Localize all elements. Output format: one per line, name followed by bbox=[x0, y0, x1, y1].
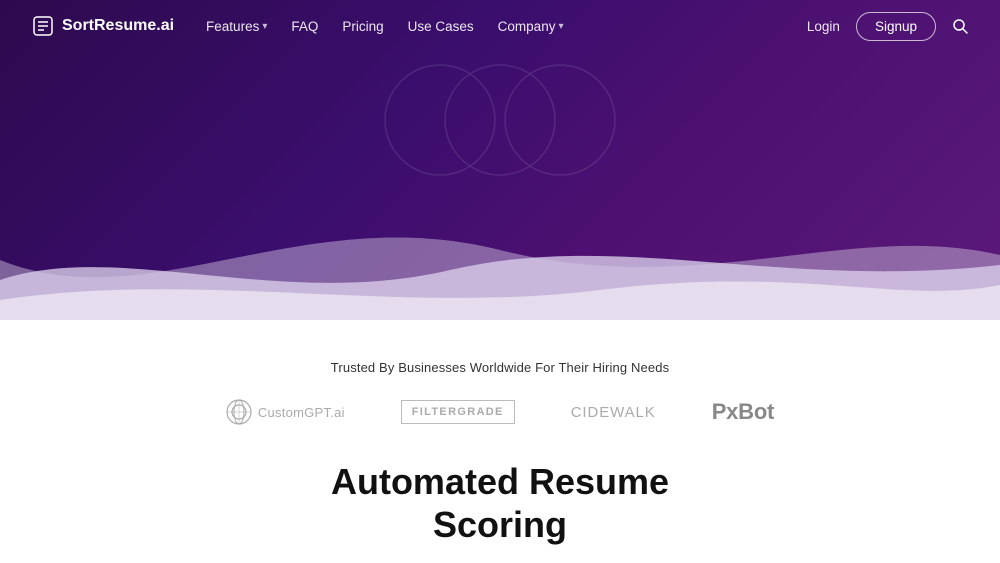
brand-logos-row: CustomGPT.ai FILTERGRADE CIDEWALK PxBot bbox=[226, 399, 774, 425]
chevron-down-icon-2: ▾ bbox=[558, 21, 563, 32]
trust-title: Trusted By Businesses Worldwide For Thei… bbox=[331, 360, 669, 375]
heading-section: Automated Resume Scoring bbox=[0, 460, 1000, 546]
navbar: SortResume.ai Features ▾ FAQ Pricing bbox=[0, 0, 1000, 52]
brand-logo-cidewalk: CIDEWALK bbox=[571, 404, 656, 421]
brand-logo-pxbot: PxBot bbox=[712, 399, 774, 425]
nav-links: Features ▾ FAQ Pricing Use Cases bbox=[206, 19, 563, 34]
search-button[interactable] bbox=[952, 18, 968, 34]
signup-button[interactable]: Signup bbox=[856, 12, 936, 41]
nav-left: SortResume.ai Features ▾ FAQ Pricing bbox=[32, 15, 563, 37]
nav-link-faq[interactable]: FAQ bbox=[291, 19, 318, 34]
main-heading: Automated Resume Scoring bbox=[331, 460, 669, 546]
nav-link-pricing[interactable]: Pricing bbox=[342, 19, 383, 34]
nav-item-usecases[interactable]: Use Cases bbox=[408, 19, 474, 34]
chevron-down-icon: ▾ bbox=[262, 21, 267, 32]
trust-section: Trusted By Businesses Worldwide For Thei… bbox=[0, 340, 1000, 425]
search-icon bbox=[952, 18, 968, 34]
pxbot-label: PxBot bbox=[712, 399, 774, 425]
filtergrade-label: FILTERGRADE bbox=[412, 406, 504, 418]
logo-icon bbox=[32, 15, 54, 37]
nav-item-features[interactable]: Features ▾ bbox=[206, 19, 267, 34]
logo-text: SortResume.ai bbox=[62, 17, 174, 35]
brand-logo-filtergrade: FILTERGRADE bbox=[401, 400, 515, 424]
nav-item-company[interactable]: Company ▾ bbox=[498, 19, 564, 34]
customgpt-icon bbox=[226, 399, 252, 425]
nav-link-usecases[interactable]: Use Cases bbox=[408, 19, 474, 34]
customgpt-label: CustomGPT.ai bbox=[258, 405, 345, 420]
nav-link-company[interactable]: Company ▾ bbox=[498, 19, 564, 34]
waves bbox=[0, 200, 1000, 320]
nav-item-faq[interactable]: FAQ bbox=[291, 19, 318, 34]
cidewalk-label: CIDEWALK bbox=[571, 404, 656, 421]
nav-right: Login Signup bbox=[807, 12, 968, 41]
login-button[interactable]: Login bbox=[807, 19, 840, 34]
nav-link-features[interactable]: Features ▾ bbox=[206, 19, 267, 34]
logo-link[interactable]: SortResume.ai bbox=[32, 15, 174, 37]
brand-logo-customgpt: CustomGPT.ai bbox=[226, 399, 345, 425]
nav-item-pricing[interactable]: Pricing bbox=[342, 19, 383, 34]
